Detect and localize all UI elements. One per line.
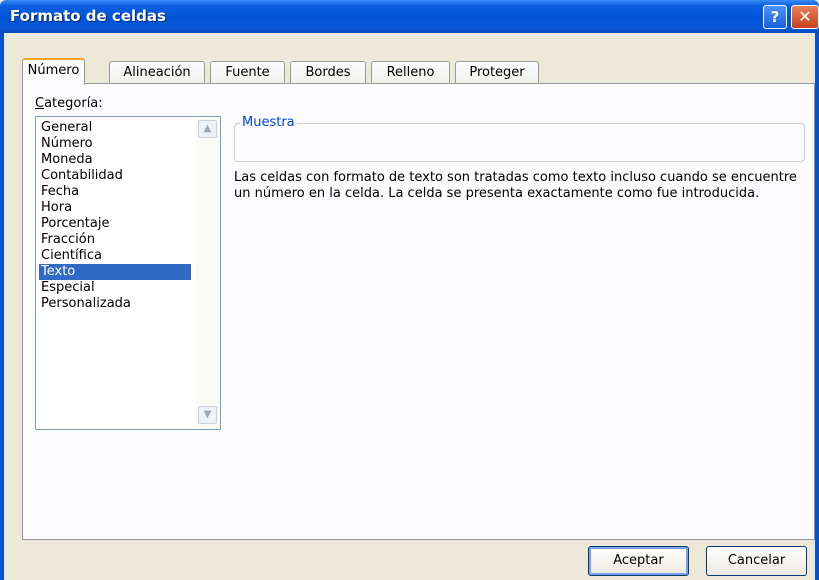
chevron-up-icon: ▲ [203, 123, 212, 134]
cancel-button[interactable]: Cancelar [706, 546, 807, 576]
close-button[interactable]: ✕ [791, 5, 819, 29]
window-border-left [0, 33, 4, 580]
category-item-hora[interactable]: Hora [39, 200, 191, 216]
tab-alineacion[interactable]: Alineación [109, 61, 205, 84]
close-icon: ✕ [798, 7, 812, 26]
help-icon: ? [770, 8, 780, 26]
category-label: Categoría: [35, 96, 103, 111]
sample-group-title: Muestra [240, 115, 297, 130]
sample-group [234, 123, 805, 162]
chevron-down-icon: ▼ [203, 409, 212, 420]
category-item-texto[interactable]: Texto [39, 264, 191, 280]
ok-button[interactable]: Aceptar [588, 546, 689, 576]
category-item-fecha[interactable]: Fecha [39, 184, 191, 200]
category-listbox[interactable]: General Número Moneda Contabilidad Fecha… [35, 116, 221, 430]
category-item-numero[interactable]: Número [39, 136, 191, 152]
scroll-down-button[interactable]: ▼ [198, 406, 217, 424]
help-button[interactable]: ? [763, 5, 787, 29]
window-title: Formato de celdas [10, 7, 166, 25]
scroll-up-button[interactable]: ▲ [198, 120, 217, 138]
category-item-general[interactable]: General [39, 120, 191, 136]
format-description: Las celdas con formato de texto son trat… [234, 170, 797, 201]
category-item-porcentaje[interactable]: Porcentaje [39, 216, 191, 232]
tab-relleno[interactable]: Relleno [371, 61, 450, 84]
tab-proteger[interactable]: Proteger [455, 61, 539, 84]
category-item-contabilidad[interactable]: Contabilidad [39, 168, 191, 184]
category-item-fraccion[interactable]: Fracción [39, 232, 191, 248]
category-item-personalizada[interactable]: Personalizada [39, 296, 191, 312]
category-item-especial[interactable]: Especial [39, 280, 191, 296]
category-scrollbar[interactable]: ▲ ▼ [196, 117, 220, 429]
tab-bordes[interactable]: Bordes [290, 61, 366, 84]
format-cells-dialog: Formato de celdas ? ✕ Número Alineación … [0, 0, 819, 580]
tab-numero[interactable]: Número [22, 58, 85, 85]
category-item-cientifica[interactable]: Científica [39, 248, 191, 264]
title-bar[interactable]: Formato de celdas ? ✕ [0, 0, 819, 33]
window-border-right [815, 33, 819, 580]
category-item-moneda[interactable]: Moneda [39, 152, 191, 168]
tab-fuente[interactable]: Fuente [210, 61, 285, 84]
